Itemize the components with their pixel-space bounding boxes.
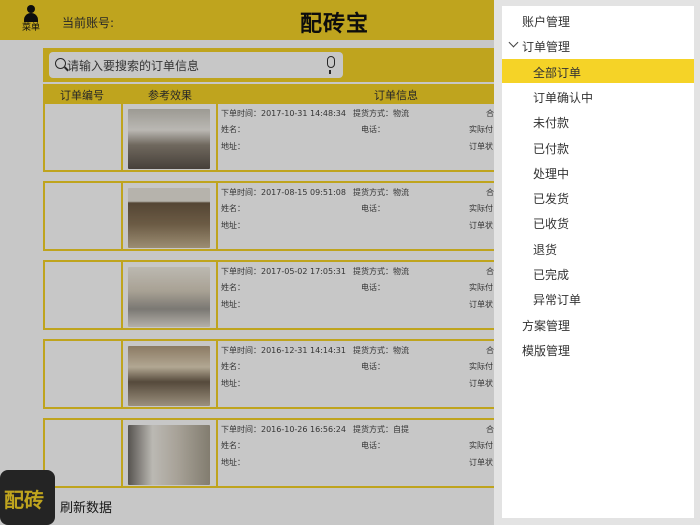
nav-item-10[interactable]: 已完成 xyxy=(502,261,694,285)
nav-item-4[interactable]: 未付款 xyxy=(502,109,694,133)
nav-item-2[interactable]: 全部订单 xyxy=(502,58,694,83)
chevron-down-icon xyxy=(508,37,519,48)
nav-item-9[interactable]: 退货 xyxy=(502,236,694,260)
drawer-menu: 账户管理订单管理全部订单订单确认中未付款已付款处理中已发货已收货退货已完成异常订… xyxy=(502,6,694,518)
nav-item-label: 已发货 xyxy=(533,192,570,207)
nav-item-3[interactable]: 订单确认中 xyxy=(502,84,694,108)
nav-item-0[interactable]: 账户管理 xyxy=(502,8,694,32)
nav-item-6[interactable]: 处理中 xyxy=(502,160,694,184)
nav-item-13[interactable]: 模版管理 xyxy=(502,337,694,361)
nav-item-label: 方案管理 xyxy=(522,318,571,333)
nav-item-label: 未付款 xyxy=(533,116,570,131)
nav-item-label: 已完成 xyxy=(533,268,570,282)
nav-item-label: 模版管理 xyxy=(522,343,571,358)
nav-item-label: 异常订单 xyxy=(533,293,582,308)
nav-item-label: 已收货 xyxy=(533,217,570,232)
nav-item-8[interactable]: 已收货 xyxy=(502,210,694,234)
nav-item-label: 账户管理 xyxy=(522,15,571,29)
nav-item-7[interactable]: 已发货 xyxy=(502,185,694,209)
nav-item-label: 退货 xyxy=(533,242,558,257)
nav-item-12[interactable]: 方案管理 xyxy=(502,312,694,336)
nav-item-label: 订单确认中 xyxy=(533,90,594,105)
side-drawer: 账户管理订单管理全部订单订单确认中未付款已付款处理中已发货已收货退货已完成异常订… xyxy=(494,0,700,525)
nav-item-11[interactable]: 异常订单 xyxy=(502,286,694,310)
nav-item-5[interactable]: 已付款 xyxy=(502,135,694,159)
nav-item-label: 处理中 xyxy=(533,166,570,181)
nav-item-1[interactable]: 订单管理 xyxy=(502,33,694,57)
nav-item-label: 已付款 xyxy=(533,141,570,156)
nav-item-label: 订单管理 xyxy=(522,40,571,55)
nav-item-label: 全部订单 xyxy=(533,65,582,80)
